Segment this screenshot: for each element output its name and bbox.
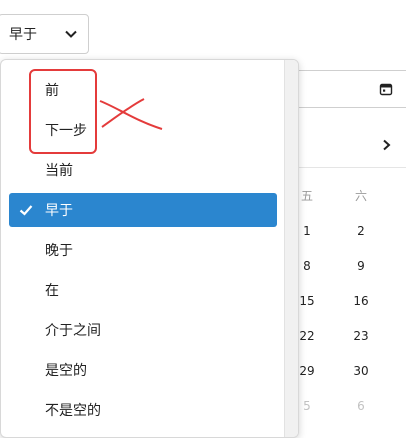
- menu-item-label: 早于: [45, 203, 73, 219]
- menu-item-later-than[interactable]: 晚于: [9, 233, 277, 267]
- menu-item-label: 介于之间: [45, 323, 101, 339]
- menu-item-between[interactable]: 介于之间: [9, 313, 277, 347]
- calendar-icon[interactable]: [379, 82, 393, 96]
- chevron-right-icon[interactable]: [379, 138, 393, 152]
- menu-item-label: 不是空的: [45, 403, 101, 419]
- calendar-day[interactable]: 30: [349, 364, 373, 378]
- menu-item-current[interactable]: 当前: [9, 153, 277, 187]
- calendar-day[interactable]: 16: [349, 294, 373, 308]
- checkmark-icon: [19, 205, 33, 216]
- menu-item-label: 是空的: [45, 363, 87, 379]
- menu-item-is-empty[interactable]: 是空的: [9, 353, 277, 387]
- calendar-day[interactable]: 9: [349, 259, 373, 273]
- weekday-sat: 六: [355, 189, 368, 203]
- operator-select-value: 早于: [9, 27, 37, 43]
- annotation-cross-mark: [99, 98, 163, 130]
- calendar-day-next-month[interactable]: 6: [349, 399, 373, 413]
- calendar-day[interactable]: 23: [349, 329, 373, 343]
- weekday-fri: 五: [301, 189, 314, 203]
- chevron-down-icon: [65, 30, 77, 38]
- annotation-box: [29, 69, 97, 154]
- menu-item-label: 在: [45, 283, 59, 299]
- menu-item-earlier-than[interactable]: 早于: [9, 193, 277, 227]
- calendar-day[interactable]: 2: [349, 224, 373, 238]
- menu-item-is-not-empty[interactable]: 不是空的: [9, 393, 277, 427]
- calendar-header: [281, 124, 406, 168]
- menu-item-label: 当前: [45, 163, 73, 179]
- menu-item-on[interactable]: 在: [9, 273, 277, 307]
- menu-item-label: 晚于: [45, 243, 73, 259]
- menu-scrollbar[interactable]: [284, 60, 298, 437]
- operator-select[interactable]: 早于: [0, 14, 89, 54]
